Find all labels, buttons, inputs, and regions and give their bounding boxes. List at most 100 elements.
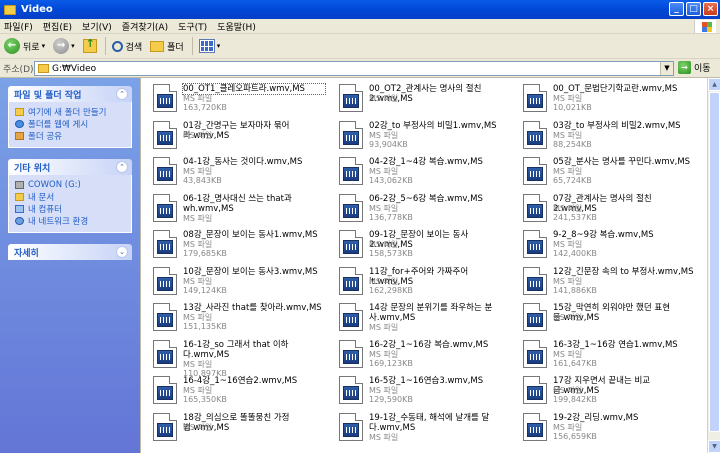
place-cowon-drive[interactable]: COWON (G:) <box>15 179 125 190</box>
panel-header[interactable]: 파일 및 폴더 작업 ⌃ <box>8 86 132 102</box>
menu-view[interactable]: 보기(V) <box>82 20 112 33</box>
media-file-icon <box>153 230 177 258</box>
media-file-icon <box>339 84 363 112</box>
task-new-folder[interactable]: 여기에 새 폴더 만들기 <box>15 106 125 118</box>
place-network[interactable]: 내 네트워크 환경 <box>15 215 125 227</box>
file-item[interactable]: 08강_문장이 보이는 동사1.wmv,MS MS 파일 179,685KB <box>145 226 325 262</box>
file-item[interactable]: 10강_문장이 보이는 동사3.wmv,MS MS 파일 149,124KB <box>145 263 325 299</box>
file-item[interactable]: 14강 문장의 분위기를 좌우하는 분사.wmv,MS MS 파일 <box>331 299 511 335</box>
file-item[interactable]: 18강_의심으로 똘똘뭉친 가정법.wmv,MS MS 파일 <box>145 409 325 445</box>
file-item[interactable]: 03강_to 부정사의 비밀2.wmv,MS MS 파일 88,254KB <box>515 117 695 153</box>
file-size: 10,021KB <box>553 103 592 112</box>
file-item[interactable]: 19-1강_수동태, 해석에 날개를 달다.wmv,MS MS 파일 <box>331 409 511 445</box>
file-item[interactable]: 16-4강_1~16연습2.wmv,MS MS 파일 165,350KB <box>145 372 325 408</box>
panel-header[interactable]: 기타 위치 ⌃ <box>8 159 132 175</box>
chevron-down-icon[interactable]: ▾ <box>42 42 46 50</box>
collapse-icon[interactable]: ⌃ <box>116 88 128 100</box>
file-item[interactable]: 19-2강_리딩.wmv,MS MS 파일 156,659KB <box>515 409 695 445</box>
panel-title: 자세히 <box>14 248 39 259</box>
file-item[interactable]: 04-1강_동사는 것이다.wmv,MS MS 파일 43,843KB <box>145 153 325 189</box>
file-item[interactable]: 06-1강_명사대신 쓰는 that과 wh.wmv,MS MS 파일 <box>145 190 325 226</box>
task-label: 여기에 새 폴더 만들기 <box>28 107 107 118</box>
file-item[interactable]: 02강_to 부정사의 비밀1.wmv,MS MS 파일 93,904KB <box>331 117 511 153</box>
address-dropdown-button[interactable]: ▼ <box>660 62 673 75</box>
file-item[interactable]: 16-1강_so 그래서 that 이하다.wmv,MS MS 파일 110,897… <box>145 336 325 378</box>
file-name: 03강_to 부정사의 비밀2.wmv,MS <box>553 120 681 131</box>
file-size: 162,298KB <box>369 285 413 295</box>
file-size: 143,062KB <box>369 176 413 185</box>
chevron-down-icon[interactable]: ▾ <box>217 42 221 50</box>
forward-arrow-icon: → <box>53 38 70 54</box>
file-size: 65,724KB <box>553 176 592 185</box>
file-name: 00_OT_문법단기학교란.wmv,MS <box>553 84 678 94</box>
scroll-up-button[interactable]: ▲ <box>708 78 720 91</box>
forward-button[interactable]: → ▾ <box>53 38 75 54</box>
file-item[interactable]: 16-2강_1~16강 복습.wmv,MS MS 파일 169,123KB <box>331 336 511 372</box>
file-item[interactable]: 07강_관계사는 명사의 절친2.wmv,MS MS 파일 241,537KB <box>515 190 695 226</box>
vertical-scrollbar[interactable]: ▲ ▼ <box>707 78 720 453</box>
search-button[interactable]: 검색 <box>111 40 142 53</box>
back-button[interactable]: ← 뒤로 ▾ <box>4 38 45 54</box>
file-type: MS 파일 <box>369 240 399 249</box>
address-input[interactable]: G:₩Video ▼ <box>34 61 674 76</box>
close-button[interactable]: × <box>703 2 718 16</box>
media-file-icon <box>523 120 547 149</box>
task-publish-web[interactable]: 폴더를 웹에 게시 <box>15 118 125 130</box>
menu-favorites[interactable]: 즐겨찾기(A) <box>122 20 168 33</box>
file-list: 00_OT1_클레오파트라.wmv,MS MS 파일 163,720KB 00_OT2… <box>140 78 707 453</box>
file-item[interactable]: 00_OT_문법단기학교란.wmv,MS MS 파일 10,021KB <box>515 80 695 116</box>
scroll-thumb[interactable] <box>709 92 720 432</box>
panel-title: 기타 위치 <box>14 163 51 174</box>
file-item[interactable]: 11강_for+주어와 가짜주어 it.wmv,MS MS 파일 162,298KB <box>331 263 511 299</box>
file-item[interactable]: 01강_간명구는 보자마자 묶어라.wmv,MS MS 파일 <box>145 117 325 153</box>
place-my-documents[interactable]: 내 문서 <box>15 191 125 203</box>
file-item[interactable]: 13강_사라진 that를 찾아라.wmv,MS MS 파일 151,135KB <box>145 299 325 335</box>
maximize-button[interactable]: □ <box>686 2 701 16</box>
go-button[interactable]: → 이동 <box>678 61 711 74</box>
file-size: 93,904KB <box>369 139 408 149</box>
file-item[interactable]: 9-2_8~9강 복습.wmv,MS MS 파일 142,400KB <box>515 226 695 262</box>
menu-edit[interactable]: 편집(E) <box>43 20 72 33</box>
folders-button[interactable]: 폴더 <box>150 40 184 53</box>
windows-logo-icon <box>694 20 716 33</box>
task-label: 폴더를 웹에 게시 <box>28 119 89 130</box>
up-folder-button[interactable] <box>82 37 97 53</box>
views-button[interactable]: ▾ <box>198 39 221 53</box>
expand-icon[interactable]: ⌄ <box>116 246 128 258</box>
menu-file[interactable]: 파일(F) <box>4 20 33 33</box>
file-item[interactable]: 17강 지우면서 끝내는 비교급.wmv,MS MS 파일 199,842KB <box>515 372 695 408</box>
task-share-folder[interactable]: 폴더 공유 <box>15 130 125 142</box>
back-arrow-icon: ← <box>4 38 20 54</box>
file-item[interactable]: 06-2강_5~6강 복습.wmv,MS MS 파일 136,778KB <box>331 190 511 226</box>
file-folder-tasks-panel: 파일 및 폴더 작업 ⌃ 여기에 새 폴더 만들기 폴더를 웹에 게시 폴더 공… <box>8 86 132 148</box>
minimize-button[interactable]: _ <box>669 2 684 16</box>
file-item[interactable]: 16-3강_1~16강 연습1.wmv,MS MS 파일 161,647KB <box>515 336 695 372</box>
file-size: 241,537KB <box>553 212 597 222</box>
media-file-icon <box>153 120 177 149</box>
menu-help[interactable]: 도움말(H) <box>217 20 256 33</box>
address-value: G:₩Video <box>52 63 97 74</box>
file-item[interactable]: 15강_막연히 외워야만 했던 표현들.wmv,MS MS 파일 <box>515 299 695 335</box>
file-item[interactable]: 16-5강_1~16연습3.wmv,MS MS 파일 129,590KB <box>331 372 511 408</box>
file-size: 43,843KB <box>183 176 222 185</box>
file-size: 165,350KB <box>183 395 227 404</box>
scroll-down-button[interactable]: ▼ <box>708 440 720 453</box>
other-places-panel: 기타 위치 ⌃ COWON (G:) 내 문서 내 컴퓨터 내 네트워크 환경 <box>8 159 132 233</box>
back-label: 뒤로 <box>23 42 40 53</box>
panel-header[interactable]: 자세히 ⌄ <box>8 244 132 260</box>
file-name: 04-2강_1~4강 복습.wmv,MS <box>369 157 483 167</box>
collapse-icon[interactable]: ⌃ <box>116 161 128 173</box>
menu-tools[interactable]: 도구(T) <box>178 20 207 33</box>
file-type: MS 파일 <box>553 276 583 286</box>
file-item[interactable]: 05강_분사는 명사를 꾸민다.wmv,MS MS 파일 65,724KB <box>515 153 695 189</box>
file-item[interactable]: 00_OT1_클레오파트라.wmv,MS MS 파일 163,720KB <box>145 80 326 116</box>
chevron-down-icon[interactable]: ▾ <box>71 42 75 50</box>
file-item[interactable]: 00_OT2_관계사는 명사의 절친2.wmv,MS MS 파일 <box>331 80 511 116</box>
file-size: 136,778KB <box>369 212 413 222</box>
file-item[interactable]: 04-2강_1~4강 복습.wmv,MS MS 파일 143,062KB <box>331 153 511 189</box>
file-item[interactable]: 09-1강_문장이 보이는 동사2.wmv,MS MS 파일 158,573KB <box>331 226 511 262</box>
file-item[interactable]: 12강_긴문장 속의 to 부정사.wmv,MS MS 파일 141,886KB <box>515 263 695 299</box>
window-title: Video <box>21 4 53 15</box>
file-type: MS 파일 <box>553 94 583 103</box>
place-my-computer[interactable]: 내 컴퓨터 <box>15 203 125 215</box>
